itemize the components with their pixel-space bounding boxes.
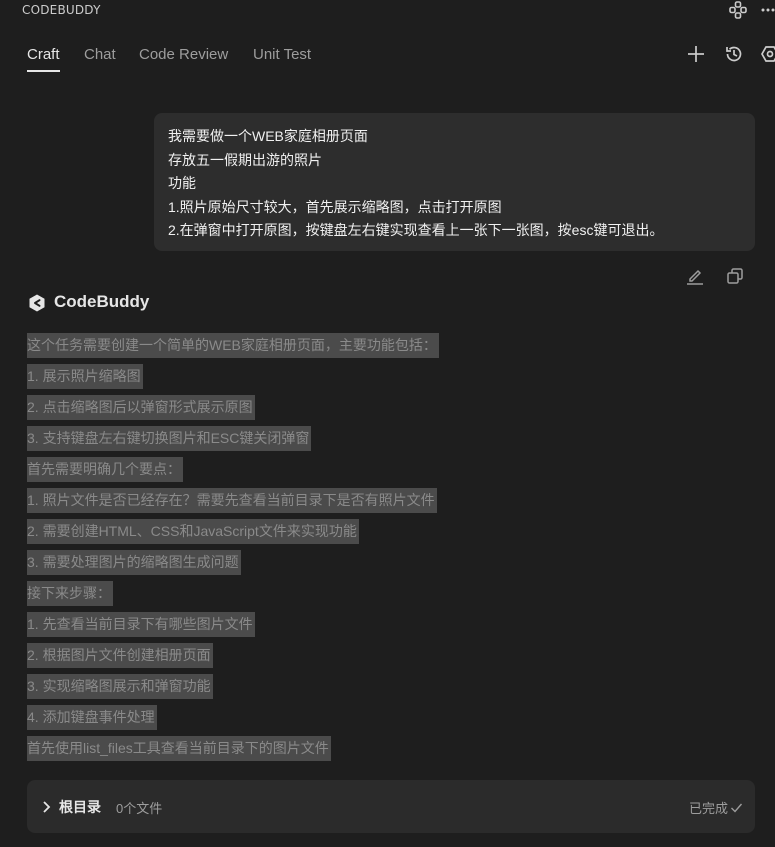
add-icon[interactable] bbox=[686, 44, 706, 68]
assistant-message-line: 2. 点击缩略图后以弹窗形式展示原图 bbox=[27, 395, 255, 420]
assistant-message-line: 2. 需要创建HTML、CSS和JavaScript文件来实现功能 bbox=[27, 519, 359, 544]
check-icon bbox=[730, 799, 743, 818]
file-panel-title: 根目录 bbox=[59, 799, 101, 815]
tab-bar: Craft Chat Code Review Unit Test bbox=[0, 40, 775, 76]
user-message-line: 我需要做一个WEB家庭相册页面 bbox=[168, 128, 368, 144]
assistant-message-line: 3. 需要处理图片的缩略图生成问题 bbox=[27, 550, 241, 575]
codebuddy-logo-icon bbox=[27, 293, 47, 317]
assistant-message-line: 1. 先查看当前目录下有哪些图片文件 bbox=[27, 612, 255, 637]
tab-craft[interactable]: Craft bbox=[27, 46, 60, 72]
app-title: CODEBUDDY bbox=[22, 3, 101, 17]
assistant-message-line: 首先使用list_files工具查看当前目录下的图片文件 bbox=[27, 736, 331, 761]
chevron-right-icon[interactable] bbox=[41, 799, 53, 818]
status-label: 已完成 bbox=[688, 801, 728, 816]
move-icon[interactable] bbox=[728, 0, 748, 24]
history-icon[interactable] bbox=[724, 44, 744, 68]
assistant-message-line: 这个任务需要创建一个简单的WEB家庭相册页面，主要功能包括： bbox=[27, 333, 439, 358]
file-list-panel[interactable]: 根目录 0个文件 已完成 bbox=[27, 780, 755, 833]
user-message-line: 功能 bbox=[168, 175, 196, 191]
tab-unit-test[interactable]: Unit Test bbox=[253, 46, 311, 63]
user-message-line: 存放五一假期出游的照片 bbox=[168, 151, 322, 168]
tab-code-review[interactable]: Code Review bbox=[139, 46, 228, 63]
assistant-message-line: 2. 根据图片文件创建相册页面 bbox=[27, 643, 213, 668]
assistant-message-line: 首先需要明确几个要点： bbox=[27, 457, 183, 482]
user-message-line: 2.在弹窗中打开原图，按键盘左右键实现查看上一张下一张图，按esc键可退出。 bbox=[168, 222, 664, 238]
file-count: 0个文件 bbox=[116, 801, 163, 816]
settings-icon[interactable] bbox=[760, 44, 775, 68]
assistant-message-line: 接下来步骤： bbox=[27, 581, 113, 606]
assistant-name: CodeBuddy bbox=[54, 292, 150, 311]
copy-icon[interactable] bbox=[725, 266, 745, 290]
user-message: 我需要做一个WEB家庭相册页面 存放五一假期出游的照片 功能 1.照片原始尺寸较… bbox=[154, 113, 755, 251]
title-bar: CODEBUDDY bbox=[0, 0, 775, 22]
assistant-message-line: 1. 展示照片缩略图 bbox=[27, 364, 143, 389]
assistant-message-line: 1. 照片文件是否已经存在？需要先查看当前目录下是否有照片文件 bbox=[27, 488, 437, 513]
tab-chat[interactable]: Chat bbox=[84, 46, 116, 63]
assistant-message-line: 4. 添加键盘事件处理 bbox=[27, 705, 157, 730]
assistant-message: 这个任务需要创建一个简单的WEB家庭相册页面，主要功能包括： 1. 展示照片缩略… bbox=[27, 333, 439, 767]
edit-icon[interactable] bbox=[685, 266, 705, 290]
user-message-line: 1.照片原始尺寸较大，首先展示缩略图，点击打开原图 bbox=[168, 198, 502, 215]
assistant-message-line: 3. 支持键盘左右键切换图片和ESC键关闭弹窗 bbox=[27, 426, 312, 451]
more-icon[interactable] bbox=[760, 1, 775, 23]
assistant-message-line: 3. 实现缩略图展示和弹窗功能 bbox=[27, 674, 213, 699]
